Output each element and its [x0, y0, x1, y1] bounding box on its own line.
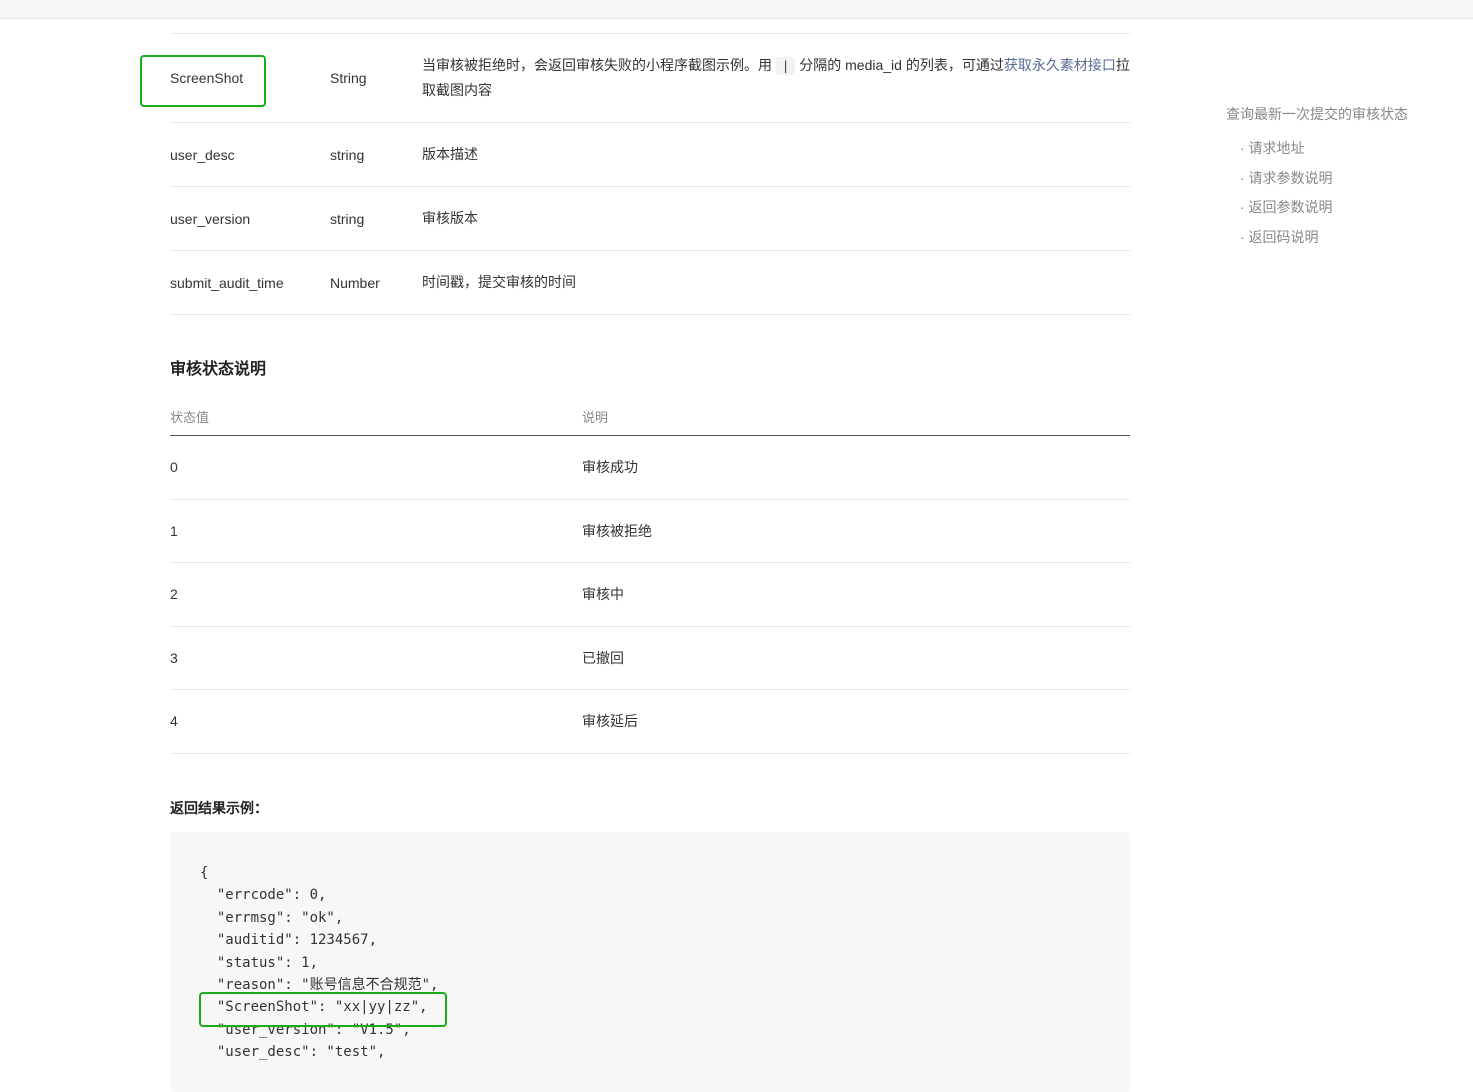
- param-desc: 当审核被拒绝时，会返回审核失败的小程序截图示例。用 | 分隔的 media_id 的…: [422, 57, 1130, 98]
- inline-code: |: [776, 57, 796, 75]
- header-description: 说明: [582, 410, 609, 425]
- table-row: 2 审核中: [170, 563, 1130, 627]
- header-status-value: 状态值: [170, 410, 210, 425]
- param-name: submit_audit_time: [170, 274, 284, 291]
- toc-item-request-params[interactable]: · 请求参数说明: [1226, 164, 1408, 194]
- table-row: user_version string 审核版本: [170, 187, 1130, 251]
- code-line: {: [200, 865, 209, 881]
- status-value: 2: [170, 586, 178, 603]
- param-name: user_desc: [170, 146, 235, 163]
- param-type: string: [330, 146, 365, 163]
- top-cutoff-row: [0, 0, 1473, 19]
- highlight-box-screenshot-code: [199, 992, 447, 1027]
- param-desc: 版本描述: [422, 146, 478, 162]
- status-value: 1: [170, 522, 178, 539]
- status-desc: 审核中: [582, 586, 624, 603]
- code-line: "user_desc": "test",: [200, 1044, 386, 1061]
- param-desc: 审核版本: [422, 210, 478, 226]
- toc-item-response-params[interactable]: · 返回参数说明: [1226, 193, 1408, 223]
- table-header: 状态值 说明: [170, 400, 1130, 436]
- table-row: 4 审核延后: [170, 690, 1130, 754]
- param-type: String: [330, 70, 367, 86]
- status-desc: 审核延后: [582, 713, 638, 730]
- table-row: ScreenShot String 当审核被拒绝时，会返回审核失败的小程序截图示…: [170, 34, 1130, 123]
- example-title: 返回结果示例：: [170, 800, 268, 816]
- material-api-link[interactable]: 获取永久素材接口: [1004, 57, 1116, 73]
- status-desc: 已撤回: [582, 649, 624, 666]
- highlight-box-screenshot-param: [140, 55, 266, 107]
- param-type: Number: [330, 274, 380, 291]
- param-type: string: [330, 210, 365, 227]
- status-table: 状态值 说明 0 审核成功 1 审核被拒绝 2 审核中 3 已撤回 4 审核延后: [170, 400, 1130, 754]
- status-section-title: 审核状态说明: [170, 361, 267, 378]
- code-line: "auditid": 1234567,: [200, 932, 378, 949]
- toc-item-return-codes[interactable]: · 返回码说明: [1226, 223, 1408, 253]
- code-example-block[interactable]: { "errcode": 0, "errmsg": "ok", "auditid…: [170, 832, 1130, 1092]
- param-name: user_version: [170, 210, 251, 227]
- code-line: "status": 1,: [200, 954, 319, 971]
- status-desc: 审核被拒绝: [582, 522, 652, 539]
- status-value: 4: [170, 713, 178, 730]
- toc-title[interactable]: 查询最新一次提交的审核状态: [1226, 104, 1408, 124]
- param-desc: 时间戳，提交审核的时间: [422, 274, 576, 290]
- table-of-contents: 查询最新一次提交的审核状态 · 请求地址 · 请求参数说明 · 返回参数说明 ·…: [1226, 104, 1408, 252]
- status-value: 0: [170, 459, 178, 476]
- return-params-table: ScreenShot String 当审核被拒绝时，会返回审核失败的小程序截图示…: [170, 33, 1130, 315]
- table-row: 1 审核被拒绝: [170, 500, 1130, 563]
- status-value: 3: [170, 649, 178, 666]
- code-content: { "errcode": 0, "errmsg": "ok", "auditid…: [200, 862, 438, 1064]
- table-row: 3 已撤回: [170, 627, 1130, 690]
- table-row: user_desc string 版本描述: [170, 123, 1130, 187]
- code-line: "errmsg": "ok",: [200, 909, 344, 926]
- table-row: submit_audit_time Number 时间戳，提交审核的时间: [170, 251, 1130, 315]
- toc-item-request-url[interactable]: · 请求地址: [1226, 134, 1408, 164]
- code-line: "errcode": 0,: [200, 887, 327, 904]
- status-desc: 审核成功: [582, 459, 638, 476]
- table-row: 0 审核成功: [170, 436, 1130, 500]
